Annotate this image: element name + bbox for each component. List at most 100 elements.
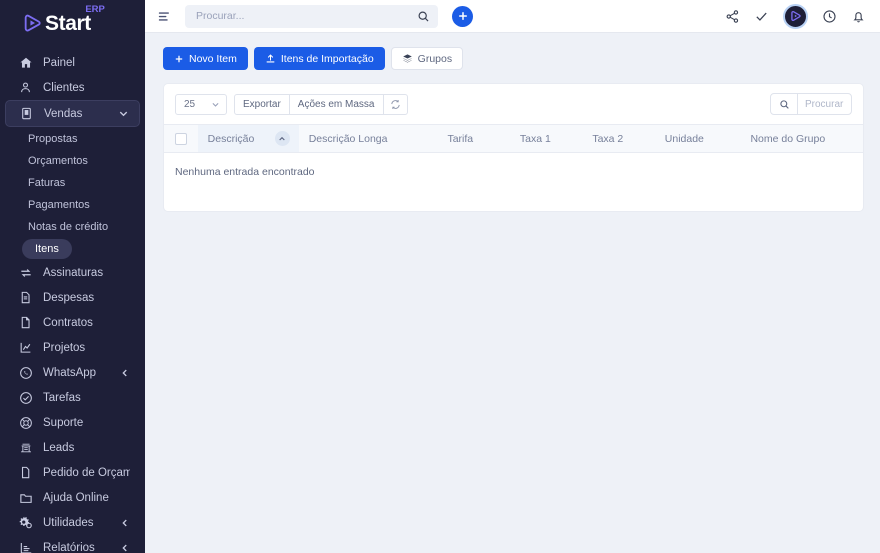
sidebar-item-utilidades[interactable]: Utilidades — [5, 510, 140, 535]
sidebar-item-pedido-de-orcamento[interactable]: Pedido de Orçamento — [5, 460, 140, 485]
sidebar-nav: Painel Clientes Vendas Propostas Orçamen… — [0, 46, 145, 553]
sidebar-item-suporte[interactable]: Suporte — [5, 410, 140, 435]
select-all-column[interactable] — [164, 124, 198, 153]
sidebar-item-propostas[interactable]: Propostas — [0, 128, 145, 150]
table-search[interactable] — [770, 93, 852, 115]
sidebar-item-painel[interactable]: Painel — [5, 50, 140, 75]
sidebar-item-pagamentos[interactable]: Pagamentos — [0, 194, 145, 216]
sidebar-item-despesas[interactable]: Despesas — [5, 285, 140, 310]
sidebar-item-whatsapp[interactable]: WhatsApp — [5, 360, 140, 385]
add-new-button[interactable] — [452, 5, 473, 27]
sidebar-item-label: Contratos — [43, 316, 93, 329]
sidebar-item-projetos[interactable]: Projetos — [5, 335, 140, 360]
table-body: Nenhuma entrada encontrado — [164, 153, 863, 211]
brand-logo[interactable]: Start ERP — [0, 0, 145, 46]
app-root: Start ERP Painel Clientes Vendas Propost… — [0, 0, 880, 553]
sidebar-item-notas-de-credito[interactable]: Notas de crédito — [0, 216, 145, 238]
select-all-checkbox[interactable] — [175, 132, 187, 145]
global-search[interactable] — [185, 4, 438, 28]
sidebar-item-label: Utilidades — [43, 516, 94, 529]
export-button[interactable]: Exportar — [235, 94, 290, 114]
page-size-value: 25 — [184, 98, 196, 110]
whatsapp-icon — [17, 364, 34, 381]
new-item-button[interactable]: Novo Item — [163, 47, 248, 70]
topbar-actions — [725, 3, 866, 29]
bulk-actions-button[interactable]: Ações em Massa — [290, 94, 384, 114]
column-descricao[interactable]: Descrição — [197, 124, 299, 153]
column-header-label: Descrição Longa — [308, 132, 388, 145]
lifebuoy-icon — [17, 414, 34, 431]
groups-label: Grupos — [417, 52, 453, 65]
table-tools-group: Exportar Ações em Massa — [234, 93, 408, 115]
main-area: Novo Item Itens de Importação Grupos — [145, 0, 880, 553]
check-icon[interactable] — [754, 9, 769, 24]
brand-name-text: Start — [45, 11, 91, 35]
content-area: Novo Item Itens de Importação Grupos 25 … — [145, 33, 880, 553]
document-text-icon — [17, 314, 34, 331]
sidebar-item-relatorios[interactable]: Relatórios — [5, 535, 140, 553]
share-icon[interactable] — [725, 9, 740, 24]
megaphone-icon — [17, 439, 34, 456]
column-header-label: Descrição — [207, 132, 255, 145]
play-circle-icon — [22, 12, 44, 34]
upload-icon — [265, 53, 276, 64]
table-head: Descrição Descrição Longa Tarifa Taxa 1 … — [164, 124, 863, 153]
page-actions: Novo Item Itens de Importação Grupos — [163, 47, 864, 70]
column-tarifa[interactable]: Tarifa — [437, 124, 510, 153]
sidebar-item-label: Projetos — [43, 341, 86, 354]
sidebar-item-label: Tarefas — [43, 391, 81, 404]
items-table: Descrição Descrição Longa Tarifa Taxa 1 … — [164, 124, 863, 211]
search-input[interactable] — [196, 10, 417, 22]
sidebar-item-label: Clientes — [43, 81, 85, 94]
avatar[interactable] — [783, 3, 808, 29]
hamburger-icon[interactable] — [155, 7, 173, 25]
sidebar-item-label: Painel — [43, 56, 75, 69]
table-search-wrap — [770, 93, 852, 115]
sidebar-item-itens[interactable]: Itens — [0, 238, 145, 260]
sidebar-item-label: Orçamentos — [28, 155, 88, 167]
refresh-button[interactable] — [384, 95, 407, 114]
folder-icon — [17, 489, 34, 506]
user-icon — [17, 79, 34, 96]
layers-icon — [402, 53, 413, 64]
chevron-down-icon — [211, 100, 220, 109]
sidebar-item-leads[interactable]: Leads — [5, 435, 140, 460]
clock-icon[interactable] — [822, 9, 837, 24]
sidebar-item-faturas[interactable]: Faturas — [0, 172, 145, 194]
sidebar-item-ajuda-online[interactable]: Ajuda Online — [5, 485, 140, 510]
search-icon[interactable] — [417, 10, 430, 23]
column-nome-do-grupo[interactable]: Nome do Grupo — [740, 124, 863, 153]
table-search-input[interactable] — [798, 98, 851, 110]
bar-chart-icon — [17, 539, 34, 553]
column-unidade[interactable]: Unidade — [654, 124, 741, 153]
sidebar-item-vendas[interactable]: Vendas — [5, 100, 140, 127]
chevron-down-icon — [118, 108, 129, 119]
sidebar-item-tarefas[interactable]: Tarefas — [5, 385, 140, 410]
groups-button[interactable]: Grupos — [390, 47, 464, 70]
sidebar-item-assinaturas[interactable]: Assinaturas — [5, 260, 140, 285]
sidebar-item-contratos[interactable]: Contratos — [5, 310, 140, 335]
sidebar: Start ERP Painel Clientes Vendas Propost… — [0, 0, 145, 553]
book-icon — [18, 105, 35, 122]
column-taxa-2[interactable]: Taxa 2 — [582, 124, 655, 153]
chevron-up-icon[interactable] — [274, 131, 290, 146]
column-header-label: Unidade — [664, 132, 704, 145]
bell-icon[interactable] — [851, 9, 866, 24]
chevron-left-icon — [120, 543, 130, 553]
column-header-label: Taxa 1 — [519, 132, 551, 145]
column-header-label: Taxa 2 — [592, 132, 624, 145]
column-header-label: Nome do Grupo — [750, 132, 826, 145]
search-icon[interactable] — [771, 94, 798, 114]
page-size-select[interactable]: 25 — [175, 93, 227, 115]
import-items-label: Itens de Importação — [280, 52, 374, 65]
column-taxa-1[interactable]: Taxa 1 — [509, 124, 583, 153]
sidebar-item-label: Vendas — [44, 107, 83, 120]
sidebar-item-label: Pedido de Orçamento — [43, 466, 130, 479]
new-item-label: Novo Item — [189, 52, 237, 65]
chart-icon — [17, 339, 34, 356]
sidebar-item-clientes[interactable]: Clientes — [5, 75, 140, 100]
column-descricao-longa[interactable]: Descrição Longa — [298, 124, 438, 153]
import-items-button[interactable]: Itens de Importação — [253, 47, 385, 70]
sidebar-item-orcamentos[interactable]: Orçamentos — [0, 150, 145, 172]
topbar — [145, 0, 880, 33]
